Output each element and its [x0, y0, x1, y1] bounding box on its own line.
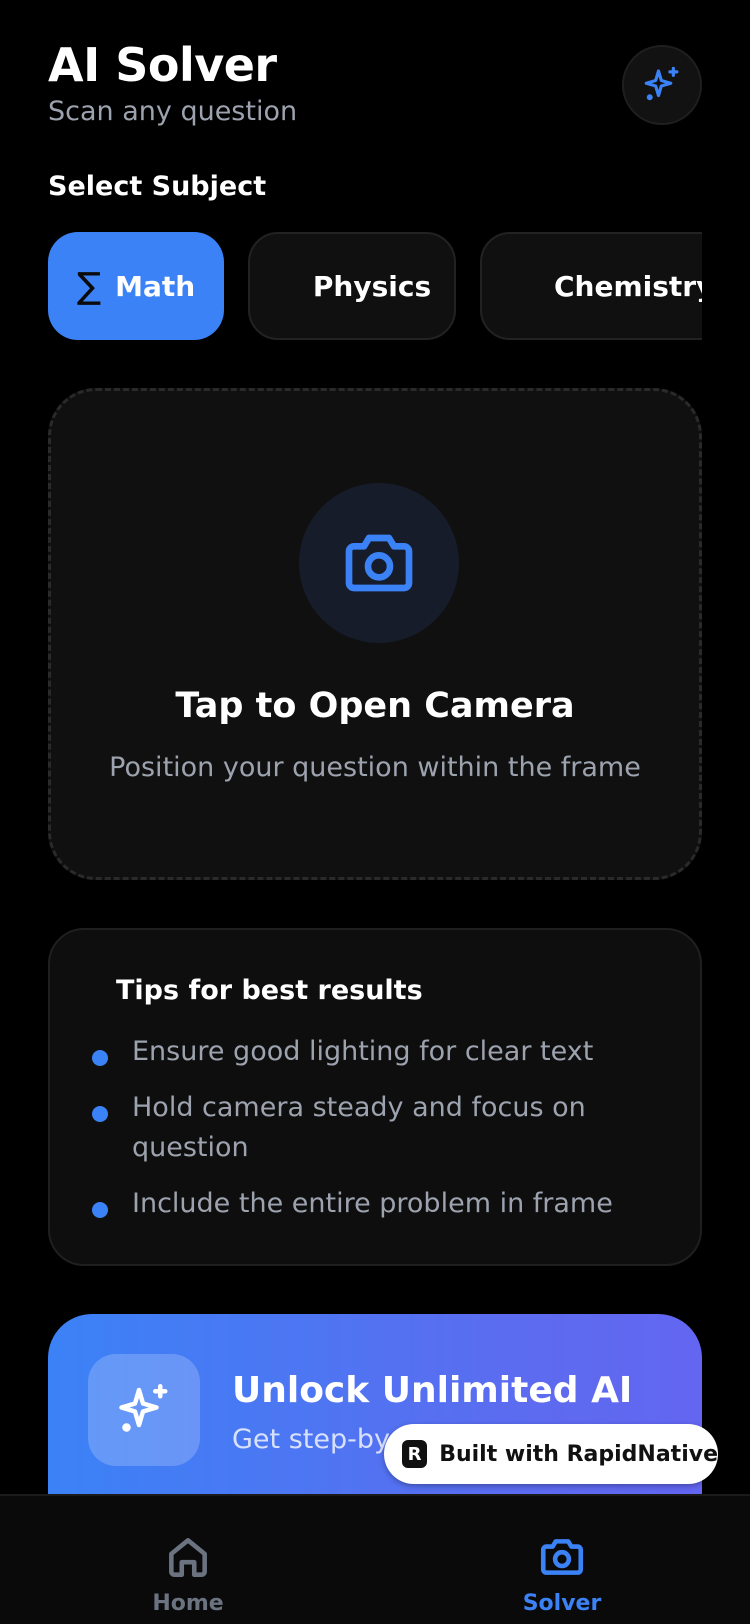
built-with-badge[interactable]: R Built with RapidNative: [384, 1424, 718, 1484]
tab-label: Home: [152, 1591, 224, 1616]
app-subtitle: Scan any question: [48, 96, 298, 127]
subject-chip-label: Math: [115, 269, 196, 303]
rapidnative-logo-icon: R: [402, 1440, 428, 1468]
sigma-icon: ∑: [76, 265, 102, 307]
promo-title: Unlock Unlimited AI: [232, 1370, 633, 1411]
bottom-tab-bar: Home Solver: [0, 1494, 750, 1624]
badge-text: Built with RapidNative: [439, 1441, 718, 1467]
bullet-dot: [92, 1050, 108, 1066]
select-subject-label: Select Subject: [48, 171, 267, 202]
sparkles-button[interactable]: [622, 45, 702, 125]
promo-subtitle: Get step-by-: [232, 1424, 400, 1455]
subject-chip-math[interactable]: ∑ Math: [48, 232, 224, 340]
tip-text: Hold camera steady and focus on question: [132, 1092, 586, 1163]
sparkles-icon: [644, 66, 679, 101]
subject-chip-label: Physics: [312, 269, 432, 303]
camera-card-title: Tap to Open Camera: [175, 686, 575, 726]
unlock-unlimited-card[interactable]: Unlock Unlimited AI Get step-by-: [48, 1314, 702, 1514]
tips-title: Tips for best results: [116, 975, 423, 1006]
tab-home[interactable]: Home: [128, 1532, 248, 1624]
header: AI Solver Scan any question: [48, 36, 702, 136]
tips-card: Tips for best results Ensure good lighti…: [48, 928, 702, 1266]
camera-card-subtitle: Position your question within the frame: [109, 752, 641, 783]
subject-chip-physics[interactable]: Physics: [248, 232, 456, 340]
bullet-dot: [92, 1202, 108, 1218]
tip-text: Ensure good lighting for clear text: [132, 1036, 594, 1067]
tip-text: Include the entire problem in frame: [132, 1188, 613, 1219]
subject-chip-label: Chemistry: [554, 269, 702, 303]
home-icon: [169, 1538, 207, 1577]
camera-icon: [540, 1539, 584, 1575]
promo-icon-tile: [88, 1354, 200, 1466]
app-title: AI Solver: [48, 38, 277, 92]
sparkles-icon: [119, 1384, 168, 1432]
bullet-dot: [92, 1106, 108, 1122]
camera-icon-circle: [299, 483, 459, 643]
subject-chip-chemistry[interactable]: Chemistry: [480, 232, 702, 340]
subject-selector: ∑ Math Physics Chemistry: [48, 232, 702, 340]
camera-icon: [345, 534, 413, 592]
tab-solver[interactable]: Solver: [502, 1532, 622, 1624]
open-camera-card[interactable]: Tap to Open Camera Position your questio…: [48, 388, 702, 880]
tab-label: Solver: [522, 1591, 602, 1616]
